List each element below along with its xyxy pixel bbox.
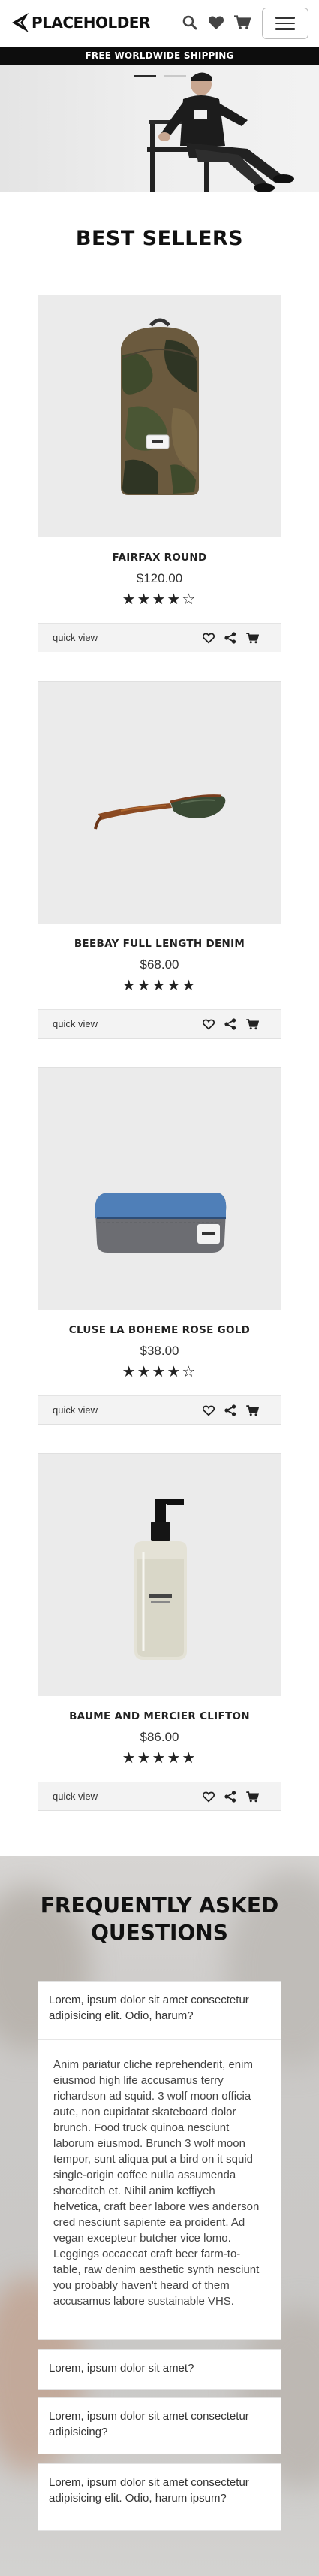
product-actions: quick view [38,623,281,652]
product-card[interactable]: BEEBAY FULL LENGTH DENIM $68.00 ★★★★★ qu… [38,681,281,1039]
faq-question-text: Lorem, ipsum dolor sit amet consectetur … [49,2476,249,2505]
product-name[interactable]: BAUME AND MERCIER CLIFTON [38,1710,281,1722]
best-sellers-title: BEST SELLERS [75,227,244,250]
product-image[interactable] [38,682,281,924]
add-to-cart-icon[interactable] [245,1017,259,1031]
menu-icon-bar [275,22,295,25]
product-price: $86.00 [140,1730,179,1744]
promo-bar: FREE WORLDWIDE SHIPPING [0,47,319,65]
faq-question-4[interactable]: Lorem, ipsum dolor sit amet consectetur … [38,2463,281,2531]
wishlist-heart-icon[interactable] [202,1017,215,1031]
menu-button[interactable] [262,8,308,39]
product-price: $68.00 [140,957,179,972]
share-icon[interactable] [224,1404,237,1417]
share-icon[interactable] [224,1790,237,1804]
share-icon[interactable] [224,1017,237,1031]
add-to-cart-icon[interactable] [245,1790,259,1804]
quick-view-link[interactable]: quick view [53,1791,98,1802]
product-actions: quick view [38,1009,281,1038]
hero-model-image [147,72,294,192]
product-image[interactable] [38,295,281,537]
wishlist-heart-icon[interactable] [202,1790,215,1804]
sunglasses-image [94,794,226,830]
logo[interactable]: PLACEHOLDER [11,11,150,34]
product-rating: ★★★★☆ [122,590,197,608]
logo-text: PLACEHOLDER [32,14,150,32]
search-icon[interactable] [180,13,200,32]
faq-answer-1: Anim pariatur cliche reprehenderit, enim… [38,2039,281,2340]
product-card[interactable]: FAIRFAX ROUND $120.00 ★★★★☆ quick view [38,295,281,652]
product-price: $38.00 [140,1344,179,1358]
product-image[interactable] [38,1068,281,1310]
faq-title-line: QUESTIONS [91,1920,228,1945]
site-header: PLACEHOLDER [0,0,319,47]
cart-icon[interactable] [233,13,252,32]
product-name[interactable]: BEEBAY FULL LENGTH DENIM [38,938,281,950]
faq-question-text: Lorem, ipsum dolor sit amet? [49,2362,194,2375]
wishlist-heart-icon[interactable] [202,1404,215,1417]
backpack-image [121,318,199,495]
share-icon[interactable] [224,631,237,645]
menu-icon-bar [275,17,295,19]
product-rating: ★★★★★ [122,1749,197,1767]
product-name[interactable]: CLUSE LA BOHEME ROSE GOLD [38,1324,281,1336]
faq-question-3[interactable]: Lorem, ipsum dolor sit amet consectetur … [38,2397,281,2454]
faq-question-text: Lorem, ipsum dolor sit amet consectetur … [49,1994,249,2022]
quick-view-link[interactable]: quick view [53,632,98,643]
product-card[interactable]: CLUSE LA BOHEME ROSE GOLD $38.00 ★★★★☆ q… [38,1067,281,1425]
quick-view-link[interactable]: quick view [53,1404,98,1416]
product-rating: ★★★★★ [122,976,197,994]
faq-question-1[interactable]: Lorem, ipsum dolor sit amet consectetur … [38,1981,281,2039]
pencil-case-image [95,1193,227,1253]
heart-icon[interactable] [206,13,226,32]
logo-arrow-icon [12,13,29,32]
faq-title: FREQUENTLY ASKED QUESTIONS [0,1892,319,1946]
product-card[interactable]: BAUME AND MERCIER CLIFTON $86.00 ★★★★★ q… [38,1453,281,1811]
product-rating: ★★★★☆ [122,1362,197,1380]
faq-question-2[interactable]: Lorem, ipsum dolor sit amet? [38,2349,281,2390]
menu-icon-bar [275,28,295,30]
faq-title-line: FREQUENTLY ASKED [40,1893,279,1918]
add-to-cart-icon[interactable] [245,1404,259,1417]
faq-answer-text: Anim pariatur cliche reprehenderit, enim… [53,2058,260,2308]
product-actions: quick view [38,1782,281,1810]
soap-bottle-image [134,1499,187,1660]
product-image[interactable] [38,1454,281,1696]
hero-banner[interactable] [0,65,319,192]
product-price: $120.00 [136,571,183,585]
product-actions: quick view [38,1395,281,1424]
quick-view-link[interactable]: quick view [53,1018,98,1029]
wishlist-heart-icon[interactable] [202,631,215,645]
faq-section: FREQUENTLY ASKED QUESTIONS Lorem, ipsum … [0,1856,319,2576]
add-to-cart-icon[interactable] [245,631,259,645]
faq-question-text: Lorem, ipsum dolor sit amet consectetur … [49,2410,249,2438]
product-name[interactable]: FAIRFAX ROUND [38,552,281,564]
